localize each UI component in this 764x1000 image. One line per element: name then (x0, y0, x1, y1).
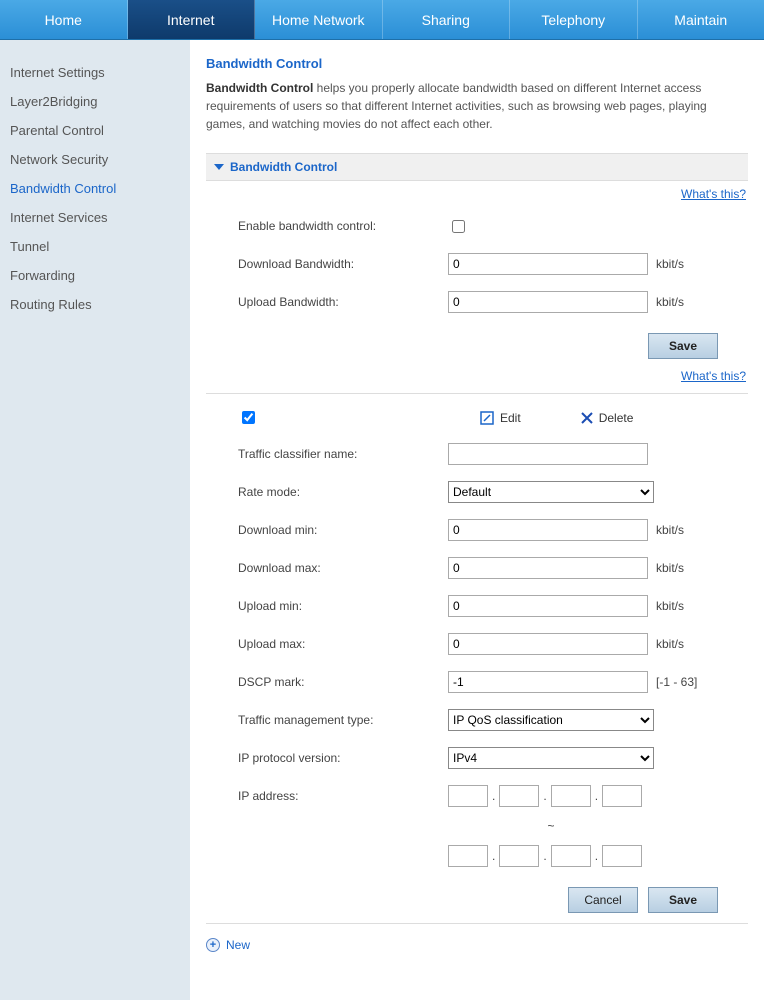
nav-tab-telephony[interactable]: Telephony (510, 0, 638, 39)
ip-to-octet-3[interactable] (551, 845, 591, 867)
chevron-down-icon (214, 164, 224, 170)
ip-from-octet-1[interactable] (448, 785, 488, 807)
nav-tab-sharing[interactable]: Sharing (383, 0, 511, 39)
dscp-mark-input[interactable] (448, 671, 648, 693)
nav-tab-internet[interactable]: Internet (128, 0, 256, 39)
whats-this-link-1[interactable]: What's this? (206, 187, 746, 201)
rate-mode-select[interactable]: Default (448, 481, 654, 503)
sidebar-item-parental-control[interactable]: Parental Control (10, 116, 180, 145)
plus-icon: + (206, 938, 220, 952)
sidebar-item-internet-settings[interactable]: Internet Settings (10, 58, 180, 87)
edit-icon (480, 411, 494, 425)
ip-from-octet-2[interactable] (499, 785, 539, 807)
sidebar-item-forwarding[interactable]: Forwarding (10, 261, 180, 290)
upload-bandwidth-unit: kbit/s (656, 295, 684, 309)
cancel-button[interactable]: Cancel (568, 887, 638, 913)
download-max-input[interactable] (448, 557, 648, 579)
sidebar: Internet Settings Layer2Bridging Parenta… (0, 40, 190, 1000)
download-max-label: Download max: (238, 561, 448, 575)
upload-min-label: Upload min: (238, 599, 448, 613)
download-bandwidth-input[interactable] (448, 253, 648, 275)
traffic-classifier-name-label: Traffic classifier name: (238, 447, 448, 461)
upload-bandwidth-label: Upload Bandwidth: (238, 295, 448, 309)
nav-tab-home[interactable]: Home (0, 0, 128, 39)
upload-max-unit: kbit/s (656, 637, 684, 651)
sidebar-item-bandwidth-control[interactable]: Bandwidth Control (10, 174, 180, 203)
page-desc-bold: Bandwidth Control (206, 81, 313, 95)
ip-address-label: IP address: (238, 789, 448, 803)
upload-min-input[interactable] (448, 595, 648, 617)
delete-button[interactable]: Delete (581, 411, 634, 425)
ip-to-octet-1[interactable] (448, 845, 488, 867)
ip-from-octet-4[interactable] (602, 785, 642, 807)
ip-range-tilde: ~ (448, 819, 654, 833)
ip-protocol-version-label: IP protocol version: (238, 751, 448, 765)
sidebar-item-internet-services[interactable]: Internet Services (10, 203, 180, 232)
sidebar-item-layer2bridging[interactable]: Layer2Bridging (10, 87, 180, 116)
save-button-top[interactable]: Save (648, 333, 718, 359)
new-label: New (226, 938, 250, 952)
dscp-mark-label: DSCP mark: (238, 675, 448, 689)
edit-label: Edit (500, 411, 521, 425)
sidebar-item-routing-rules[interactable]: Routing Rules (10, 290, 180, 319)
upload-bandwidth-input[interactable] (448, 291, 648, 313)
upload-min-unit: kbit/s (656, 599, 684, 613)
ip-to-octet-2[interactable] (499, 845, 539, 867)
dscp-mark-hint: [-1 - 63] (656, 675, 697, 689)
sidebar-item-tunnel[interactable]: Tunnel (10, 232, 180, 261)
ip-to-octet-4[interactable] (602, 845, 642, 867)
download-min-input[interactable] (448, 519, 648, 541)
top-nav: Home Internet Home Network Sharing Telep… (0, 0, 764, 40)
save-button-bottom[interactable]: Save (648, 887, 718, 913)
traffic-classifier-name-input[interactable] (448, 443, 648, 465)
download-min-label: Download min: (238, 523, 448, 537)
nav-tab-home-network[interactable]: Home Network (255, 0, 383, 39)
edit-button[interactable]: Edit (480, 411, 521, 425)
rule-select-checkbox[interactable] (242, 411, 255, 424)
page-title: Bandwidth Control (206, 56, 748, 71)
whats-this-link-2[interactable]: What's this? (206, 369, 746, 383)
download-min-unit: kbit/s (656, 523, 684, 537)
delete-label: Delete (599, 411, 634, 425)
new-button[interactable]: + New (206, 938, 748, 952)
download-bandwidth-label: Download Bandwidth: (238, 257, 448, 271)
content: Bandwidth Control Bandwidth Control help… (190, 40, 764, 1000)
enable-bandwidth-checkbox[interactable] (452, 220, 465, 233)
nav-tab-maintain[interactable]: Maintain (638, 0, 764, 39)
download-max-unit: kbit/s (656, 561, 684, 575)
sidebar-item-network-security[interactable]: Network Security (10, 145, 180, 174)
section-title: Bandwidth Control (230, 160, 337, 174)
ip-protocol-version-select[interactable]: IPv4 (448, 747, 654, 769)
traffic-mgmt-type-select[interactable]: IP QoS classification (448, 709, 654, 731)
section-header-bandwidth-control[interactable]: Bandwidth Control (206, 153, 748, 181)
close-icon (581, 412, 593, 424)
ip-from-octet-3[interactable] (551, 785, 591, 807)
traffic-mgmt-type-label: Traffic management type: (238, 713, 448, 727)
page-description: Bandwidth Control helps you properly all… (206, 79, 748, 133)
rate-mode-label: Rate mode: (238, 485, 448, 499)
upload-max-input[interactable] (448, 633, 648, 655)
upload-max-label: Upload max: (238, 637, 448, 651)
enable-bandwidth-label: Enable bandwidth control: (238, 219, 448, 233)
download-bandwidth-unit: kbit/s (656, 257, 684, 271)
